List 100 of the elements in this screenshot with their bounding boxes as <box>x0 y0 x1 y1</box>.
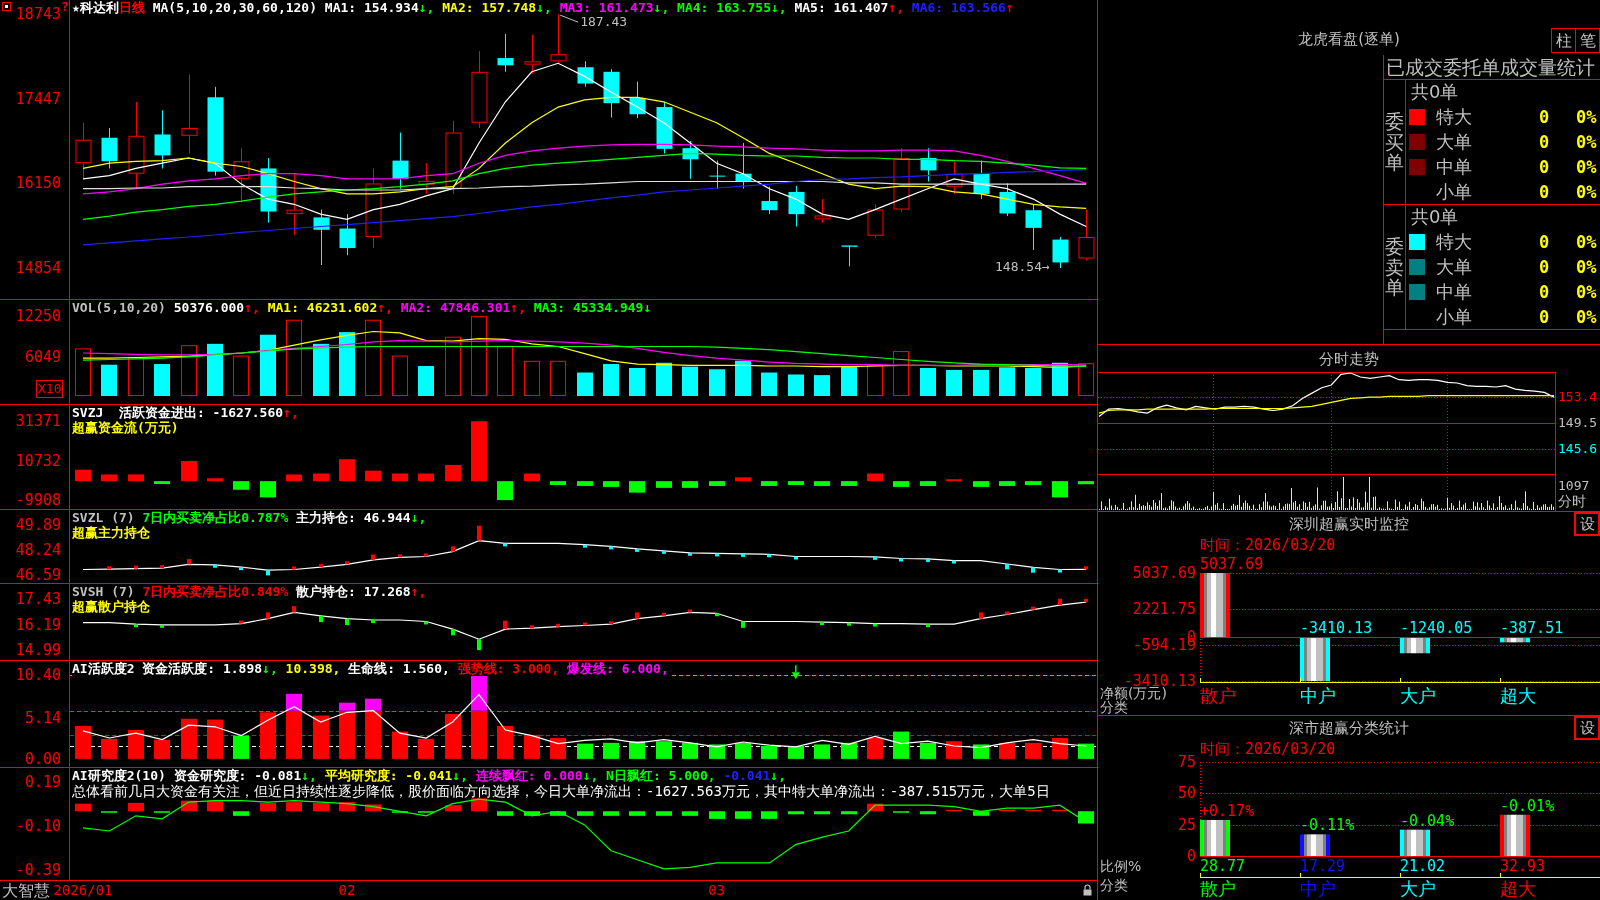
chart-bar <box>181 461 197 482</box>
value-label: 28.77 <box>1200 858 1246 874</box>
header-text: MA3: 161.473 <box>558 0 654 15</box>
order-size-label: 小单 <box>1436 181 1473 202</box>
header-text: ★科达利 <box>72 0 119 15</box>
chart-bar <box>1025 481 1041 485</box>
candle <box>550 13 567 64</box>
chart-subtitle: 时间：2026/03/20 <box>1200 740 1336 758</box>
order-size-label: 特大 <box>1436 232 1473 253</box>
order-share: 0% <box>1576 281 1598 302</box>
header-text: ↓, <box>452 768 468 783</box>
chart-bar <box>1031 606 1035 610</box>
header-text: 连续飘红: 0.000 <box>474 768 583 783</box>
y-axis-label: 75 <box>1177 754 1196 770</box>
chart-bar <box>1025 742 1041 759</box>
chart-bar <box>392 731 408 759</box>
chart-bar <box>239 567 243 571</box>
x-axis-title: 分类 <box>1100 700 1128 714</box>
y-axis-label: 18743 <box>15 6 61 23</box>
order-count: 0 <box>1539 156 1551 177</box>
settings-button[interactable]: 设 <box>1574 512 1600 536</box>
chart-bar <box>635 612 639 619</box>
y-axis-label: 153.4 <box>1558 389 1598 406</box>
chart-bar <box>973 481 989 487</box>
order-share: 0% <box>1576 156 1598 177</box>
view-toggle-button[interactable]: 柱 <box>1551 28 1576 53</box>
section-label: 委卖单 <box>1385 235 1404 299</box>
chart-bar <box>1078 811 1094 824</box>
chart-bar <box>999 367 1015 396</box>
header-text: 总体看前几日大资金有关注，但近日持续性逐步降低，股价面临方向选择，今日大单净流出：-1627.563万元，其中特大单净流出：-387.515万元，大单5日 <box>72 783 1050 799</box>
chart-bar <box>260 712 276 759</box>
chart-bar <box>239 620 243 624</box>
chart-bar <box>1005 564 1009 570</box>
candle <box>524 34 541 75</box>
chart-bar <box>266 612 270 619</box>
change-label: +0.17% <box>1200 802 1255 819</box>
chart-bar <box>1084 598 1088 603</box>
chart-bar <box>154 739 170 759</box>
y-axis-label: 10.40 <box>15 667 61 684</box>
chart-bar <box>75 725 91 759</box>
chart-bar <box>841 811 857 815</box>
chart-bar <box>260 802 276 812</box>
header-text: MA1: 154.934 <box>323 0 419 15</box>
chart-bar <box>233 735 249 759</box>
chart-bar <box>550 481 566 485</box>
candle <box>946 160 963 195</box>
settings-button[interactable]: 设 <box>1574 716 1600 740</box>
chart-bar <box>524 811 540 816</box>
chart-bar <box>392 355 408 396</box>
chart-bar <box>371 620 375 623</box>
header-text: 10.398, <box>284 661 341 676</box>
chart-bar <box>709 369 725 396</box>
chart-bar <box>418 738 434 759</box>
chart-bar <box>841 742 857 759</box>
change-label: -0.04% <box>1400 812 1455 829</box>
chart-bar <box>761 372 777 396</box>
chart-bar <box>524 473 540 482</box>
chart-bar <box>788 481 804 485</box>
chart-bar <box>847 622 851 626</box>
order-size-label: 中单 <box>1436 156 1473 177</box>
y-axis-label: 0.00 <box>24 750 61 767</box>
square-icon[interactable] <box>2 2 11 11</box>
chart-bar <box>635 548 639 552</box>
y-axis-label: 10732 <box>15 452 61 469</box>
chart-bar <box>550 811 566 816</box>
chart-bar <box>814 811 830 815</box>
header-text: 7日内买卖净占比0.787% <box>141 510 289 525</box>
chart-bar <box>629 811 645 816</box>
chart-bar <box>709 744 725 759</box>
y-axis-label: 17447 <box>15 90 61 107</box>
chart-bar <box>75 348 91 396</box>
category-label: 超大 <box>1500 879 1536 899</box>
candle <box>339 213 356 256</box>
chart-bar <box>497 345 513 396</box>
header-text: 7日内买卖净占比0.849% <box>141 584 289 599</box>
panel-title: 分时走势 <box>1319 349 1379 368</box>
help-mark[interactable]: ? <box>61 0 69 14</box>
chart-bar <box>313 715 329 759</box>
value-label: -3410.13 <box>1300 620 1373 637</box>
header-text: SVZJ 活跃资金进出: -1627.560 <box>72 405 284 420</box>
brand-name: 大智慧 <box>1 881 50 900</box>
price-annotation: 148.54→ <box>995 260 1050 275</box>
chart-bar <box>1031 567 1035 573</box>
view-toggle-button[interactable]: 笔 <box>1575 28 1600 53</box>
candle <box>497 33 514 73</box>
candle <box>101 127 118 169</box>
chart-bar <box>629 481 645 493</box>
chart-bar <box>339 459 355 482</box>
chart-bar <box>999 481 1015 486</box>
candle <box>577 60 594 88</box>
lock-icon[interactable] <box>1083 884 1092 896</box>
header-text: ↑, <box>410 584 427 599</box>
chart-bar <box>233 481 249 490</box>
chart-bar <box>946 369 962 396</box>
chart-bar <box>920 367 936 396</box>
header-text: 超赢主力持仓 <box>72 525 150 540</box>
y-axis-label: 5037.69 <box>1132 565 1196 581</box>
chart-bar <box>445 805 461 812</box>
order-total: 共0单 <box>1410 207 1459 228</box>
header-text: 强势线: 3.000, <box>456 661 560 676</box>
